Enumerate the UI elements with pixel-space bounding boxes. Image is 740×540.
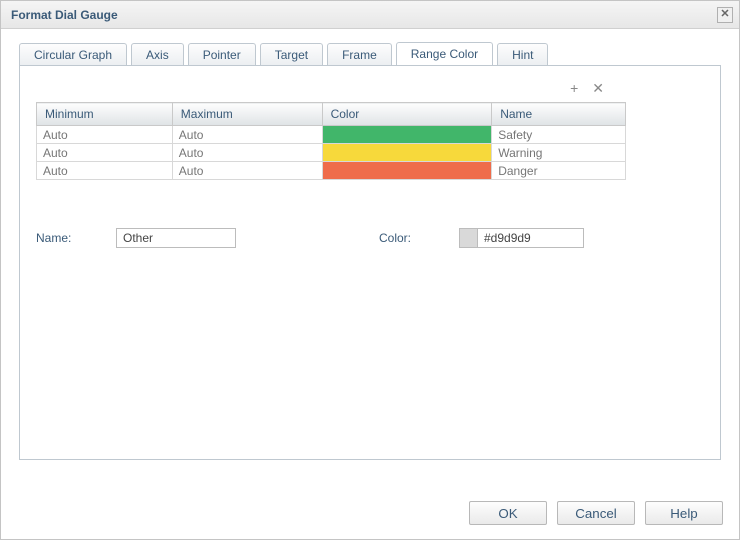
color-picker[interactable]: #d9d9d9 (459, 228, 584, 248)
dialog-body: Circular Graph Axis Pointer Target Frame… (1, 29, 739, 493)
range-color-panel: + ✕ Minimum Maximum Color Name Auto Auto (19, 65, 721, 460)
form-row: Name: Color: #d9d9d9 (36, 228, 704, 248)
swatch-danger (323, 162, 492, 179)
cell-name[interactable]: Danger (492, 162, 626, 180)
col-header-name[interactable]: Name (492, 103, 626, 126)
close-icon[interactable]: ✕ (717, 7, 733, 23)
format-dial-gauge-dialog: Format Dial Gauge ✕ Circular Graph Axis … (0, 0, 740, 540)
color-value: #d9d9d9 (478, 231, 537, 245)
cell-max[interactable]: Auto (172, 126, 322, 144)
tab-target[interactable]: Target (260, 43, 323, 66)
tab-hint[interactable]: Hint (497, 43, 548, 66)
help-button[interactable]: Help (645, 501, 723, 525)
dialog-title: Format Dial Gauge (11, 8, 717, 22)
name-input[interactable] (116, 228, 236, 248)
name-label: Name: (36, 231, 116, 245)
range-color-grid: Minimum Maximum Color Name Auto Auto Saf… (36, 102, 626, 180)
tab-circular-graph[interactable]: Circular Graph (19, 43, 127, 66)
cell-max[interactable]: Auto (172, 144, 322, 162)
col-header-color[interactable]: Color (322, 103, 492, 126)
cell-min[interactable]: Auto (37, 126, 173, 144)
col-header-max[interactable]: Maximum (172, 103, 322, 126)
cell-color[interactable] (322, 144, 492, 162)
color-label: Color: (379, 231, 459, 245)
color-chip (460, 229, 478, 247)
table-row[interactable]: Auto Auto Safety (37, 126, 626, 144)
cell-color[interactable] (322, 126, 492, 144)
cell-color[interactable] (322, 162, 492, 180)
tab-axis[interactable]: Axis (131, 43, 184, 66)
titlebar: Format Dial Gauge ✕ (1, 1, 739, 29)
table-row[interactable]: Auto Auto Danger (37, 162, 626, 180)
add-row-icon[interactable]: + (570, 80, 578, 97)
tab-frame[interactable]: Frame (327, 43, 392, 66)
col-header-min[interactable]: Minimum (37, 103, 173, 126)
swatch-warning (323, 144, 492, 161)
remove-row-icon[interactable]: ✕ (592, 80, 604, 97)
cancel-button[interactable]: Cancel (557, 501, 635, 525)
cell-min[interactable]: Auto (37, 162, 173, 180)
tabbar: Circular Graph Axis Pointer Target Frame… (19, 41, 721, 65)
cell-max[interactable]: Auto (172, 162, 322, 180)
tab-range-color[interactable]: Range Color (396, 42, 493, 66)
ok-button[interactable]: OK (469, 501, 547, 525)
table-row[interactable]: Auto Auto Warning (37, 144, 626, 162)
grid-toolbar: + ✕ (570, 80, 604, 97)
cell-min[interactable]: Auto (37, 144, 173, 162)
dialog-buttons: OK Cancel Help (1, 493, 739, 539)
cell-name[interactable]: Safety (492, 126, 626, 144)
swatch-safety (323, 126, 492, 143)
tab-pointer[interactable]: Pointer (188, 43, 256, 66)
cell-name[interactable]: Warning (492, 144, 626, 162)
